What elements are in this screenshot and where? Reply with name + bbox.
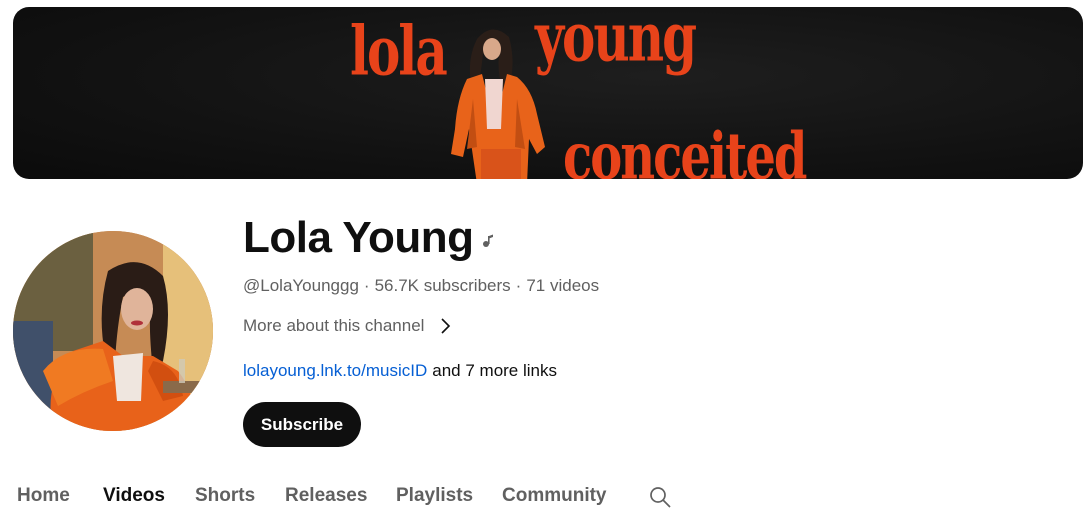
music-note-icon bbox=[483, 234, 494, 247]
channel-links: lolayoung.lnk.to/musicID and 7 more links bbox=[243, 361, 557, 381]
channel-handle: @LolaYounggg bbox=[243, 276, 359, 295]
more-links-button[interactable]: and 7 more links bbox=[432, 361, 557, 380]
meta-separator: · bbox=[515, 276, 522, 295]
tab-releases[interactable]: Releases bbox=[285, 470, 367, 525]
channel-avatar[interactable] bbox=[13, 231, 213, 431]
meta-separator: · bbox=[363, 276, 370, 295]
tab-shorts[interactable]: Shorts bbox=[195, 470, 255, 525]
banner-text-young: young bbox=[535, 7, 697, 77]
banner-text-lola: lola bbox=[350, 11, 448, 91]
channel-name: Lola Young bbox=[243, 213, 474, 262]
avatar-artist-image bbox=[13, 231, 213, 431]
subscribe-button[interactable]: Subscribe bbox=[243, 402, 361, 447]
channel-name-row: Lola Young bbox=[243, 210, 497, 266]
channel-meta: @LolaYounggg · 56.7K subscribers · 71 videos bbox=[243, 276, 599, 296]
tab-playlists[interactable]: Playlists bbox=[396, 470, 473, 525]
tab-community[interactable]: Community bbox=[502, 470, 607, 525]
more-about-label: More about this channel bbox=[243, 316, 425, 335]
channel-page: lola young conceited Lola Young @LolaYou… bbox=[0, 0, 1090, 525]
banner-text-conceited: conceited bbox=[563, 119, 807, 179]
channel-banner: lola young conceited bbox=[13, 7, 1083, 179]
subscriber-count: 56.7K subscribers bbox=[374, 276, 511, 295]
chevron-right-icon bbox=[441, 318, 451, 334]
external-link[interactable]: lolayoung.lnk.to/musicID bbox=[243, 361, 427, 380]
search-icon[interactable] bbox=[648, 485, 672, 509]
banner-artist-figure bbox=[451, 29, 545, 179]
tab-videos[interactable]: Videos bbox=[103, 470, 165, 525]
video-count: 71 videos bbox=[526, 276, 600, 295]
more-about-channel-link[interactable]: More about this channel bbox=[243, 316, 452, 336]
tab-home[interactable]: Home bbox=[17, 470, 70, 525]
